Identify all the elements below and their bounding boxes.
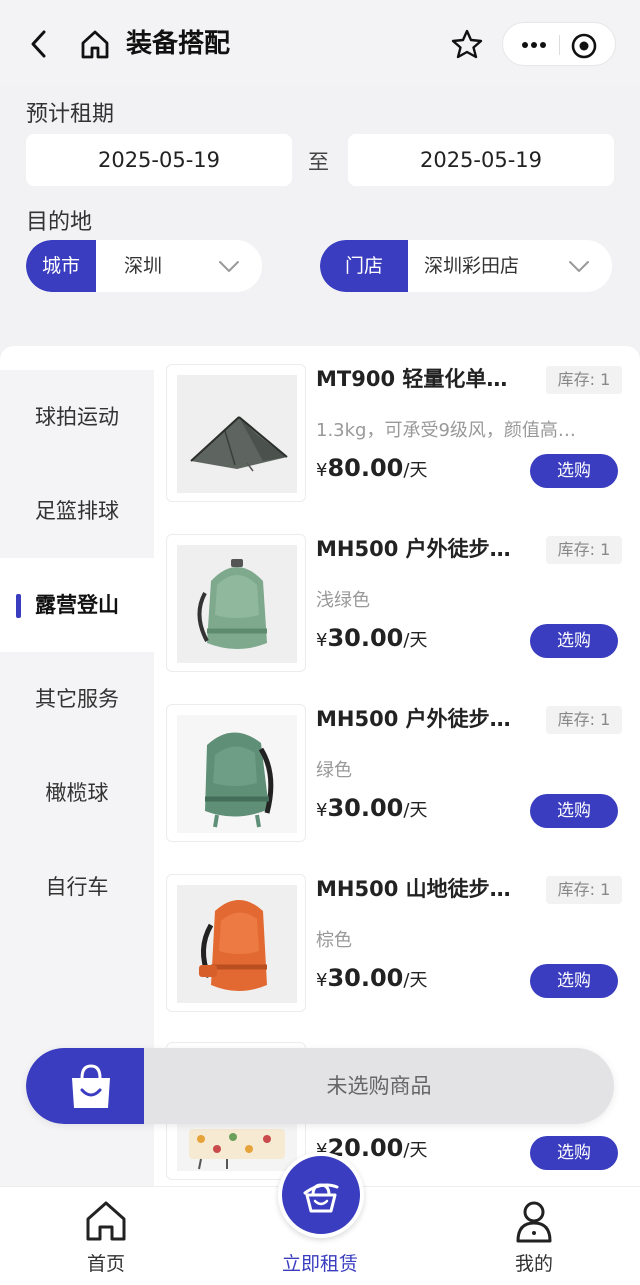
product-price: ¥30.00/天 xyxy=(316,964,428,992)
store-tag: 门店 xyxy=(320,240,408,292)
product-description: 棕色 xyxy=(316,930,352,951)
product-name: MH500 户外徒步背包 xyxy=(316,537,528,561)
product-price: ¥30.00/天 xyxy=(316,624,428,652)
more-dots-icon xyxy=(522,42,546,48)
target-icon xyxy=(571,33,597,59)
home-icon xyxy=(86,1201,126,1241)
destination-label: 目的地 xyxy=(26,210,93,235)
product-description: 1.3kg，可承受9级风，颜值高… xyxy=(316,420,576,441)
product-price: ¥30.00/天 xyxy=(316,794,428,822)
select-button[interactable]: 选购 xyxy=(530,794,618,828)
cart-button[interactable] xyxy=(26,1048,144,1124)
stock-badge: 库存: 1 xyxy=(546,706,622,734)
nav-home-label: 首页 xyxy=(86,1253,125,1275)
product-description: 浅绿色 xyxy=(316,590,370,611)
sidebar-item-ball-sports[interactable]: 足篮排球 xyxy=(0,464,154,558)
product-image xyxy=(166,364,306,502)
back-button[interactable] xyxy=(24,26,56,62)
product-card[interactable]: MH500 户外徒步背包 库存: 1 浅绿色 ¥30.00/天 选购 xyxy=(166,534,626,674)
close-mini-program-button[interactable] xyxy=(569,31,599,61)
select-button[interactable]: 选购 xyxy=(530,454,618,488)
shopping-bag-icon xyxy=(72,1064,110,1108)
product-card[interactable]: MH500 山地徒步背包 库存: 1 棕色 ¥30.00/天 选购 xyxy=(166,874,626,1014)
backpack-icon xyxy=(177,715,297,833)
capsule-divider xyxy=(559,35,560,55)
product-price: ¥80.00/天 xyxy=(316,454,428,482)
sidebar-item-other-services[interactable]: 其它服务 xyxy=(0,652,154,746)
chevron-down-icon xyxy=(569,261,589,273)
back-arrow-icon xyxy=(31,30,46,58)
sidebar-item-label: 露营登山 xyxy=(35,593,119,617)
stock-badge: 库存: 1 xyxy=(546,876,622,904)
nav-mine-label: 我的 xyxy=(514,1253,553,1275)
active-indicator xyxy=(16,594,21,618)
city-tag: 城市 xyxy=(26,240,96,292)
nav-rent-label: 立即租赁 xyxy=(281,1253,358,1275)
store-value: 深圳彩田店 xyxy=(424,255,520,277)
select-button[interactable]: 选购 xyxy=(530,624,618,658)
product-image xyxy=(166,874,306,1012)
page-title: 装备搭配 xyxy=(126,29,231,59)
more-button[interactable] xyxy=(517,33,551,57)
favorite-button[interactable] xyxy=(446,24,488,64)
start-date-field[interactable]: 2025-05-19 xyxy=(26,134,292,186)
product-image xyxy=(166,704,306,842)
cart-status-text: 未选购商品 xyxy=(326,1074,432,1098)
home-button[interactable] xyxy=(78,26,112,62)
sidebar-item-racket-sports[interactable]: 球拍运动 xyxy=(0,370,154,464)
city-selector[interactable]: 城市 深圳 xyxy=(26,240,262,292)
select-button[interactable]: 选购 xyxy=(530,1136,618,1170)
product-name: MT900 轻量化单人帐篷 xyxy=(316,367,528,391)
product-name: MH500 户外徒步背包 xyxy=(316,707,528,731)
product-name: MH500 山地徒步背包 xyxy=(316,877,528,901)
store-selector[interactable]: 门店 深圳彩田店 xyxy=(320,240,612,292)
date-separator: 至 xyxy=(308,150,329,174)
rent-basket-icon xyxy=(303,1183,339,1213)
sidebar-item-bicycle[interactable]: 自行车 xyxy=(0,840,154,934)
rent-now-button[interactable] xyxy=(278,1152,364,1238)
star-icon xyxy=(451,29,483,59)
stock-badge: 库存: 1 xyxy=(546,366,622,394)
rent-period-label: 预计租期 xyxy=(26,102,115,127)
product-image xyxy=(166,534,306,672)
chevron-down-icon xyxy=(219,261,239,273)
tent-icon xyxy=(177,375,297,493)
product-card[interactable]: MH500 户外徒步背包 库存: 1 绿色 ¥30.00/天 选购 xyxy=(166,704,626,844)
nav-home[interactable]: 首页 xyxy=(46,1187,166,1285)
stock-badge: 库存: 1 xyxy=(546,536,622,564)
nav-mine[interactable]: 我的 xyxy=(474,1187,594,1285)
select-button[interactable]: 选购 xyxy=(530,964,618,998)
user-icon xyxy=(516,1201,552,1243)
top-bar: 装备搭配 xyxy=(0,0,640,86)
backpack-icon xyxy=(177,545,297,663)
city-value: 深圳 xyxy=(124,255,163,277)
home-icon xyxy=(81,30,109,59)
end-date-field[interactable]: 2025-05-19 xyxy=(348,134,614,186)
cart-bar[interactable]: 未选购商品 xyxy=(26,1048,614,1124)
product-description: 绿色 xyxy=(316,760,352,781)
sidebar-item-camping-hiking[interactable]: 露营登山 xyxy=(0,558,154,652)
backpack-icon xyxy=(177,885,297,1003)
product-card[interactable]: MT900 轻量化单人帐篷 库存: 1 1.3kg，可承受9级风，颜值高… ¥8… xyxy=(166,364,626,504)
sidebar-item-rugby[interactable]: 橄榄球 xyxy=(0,746,154,840)
mini-program-capsule xyxy=(502,22,616,66)
